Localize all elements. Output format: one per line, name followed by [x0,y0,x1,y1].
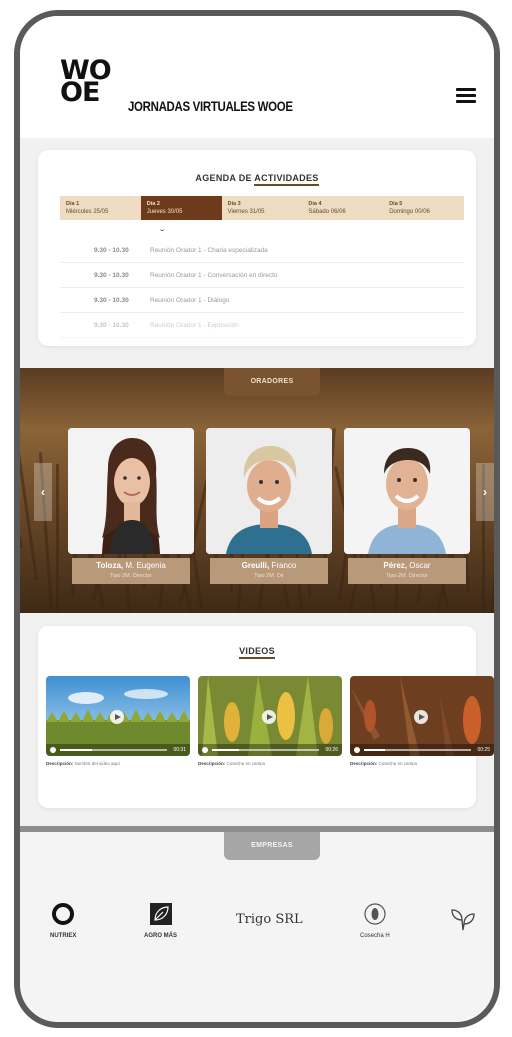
speaker-card[interactable]: Greulli, Franco Tipo 2M. Dir [206,428,332,586]
speaker-photo [206,428,332,554]
pause-icon[interactable] [202,747,208,753]
video-caption: Descripción: Nombre del video aquí [46,761,120,766]
seed-circle-logo-icon [364,903,386,925]
play-icon[interactable] [262,710,276,724]
pause-icon[interactable] [50,747,56,753]
video-thumbnail[interactable]: 00:26 [198,676,342,756]
sponsor-trigo-srl[interactable]: Trigo SRL [236,912,303,927]
phone-frame: WO OE JORNADAS VIRTUALES WOOE AGENDA DE … [14,10,500,1028]
agenda-row[interactable]: 9.30 - 10.30 Reunión Orador 1 - Diálogo [60,288,464,313]
speaker-photo [344,428,470,554]
video-time: 00:26 [325,747,338,753]
video-time: 00:31 [173,747,186,753]
video-controls: 00:25 [350,744,494,756]
video-progress[interactable] [364,749,472,751]
video-caption: Descripción: Cosecha en campo [198,761,266,766]
agenda-row[interactable]: 9.30 - 10.30 Reunión Orador 1 - Conversac… [60,263,464,288]
speakers-section: ORADORES ‹ › Toloza, M. Eugenia Tipo 2M.… [20,368,494,613]
tab-day-3[interactable]: Día 3 Viernes 31/05 [221,196,303,220]
sponsor-cosecha-h[interactable]: Cosecha H [360,902,390,939]
sponsor-leaves[interactable] [448,906,478,937]
sponsor-agro-mas[interactable]: AGRO MÁS [144,902,177,939]
leaves-logo-icon [451,909,475,931]
video-item: 00:26 Descripción: Cosecha en campo [198,676,342,766]
video-progress[interactable] [212,749,320,751]
woe-logo[interactable]: WO OE [60,57,112,106]
corn-stalk [56,464,59,613]
leaf-square-logo-icon [149,903,172,925]
hamburger-menu-icon[interactable] [456,88,476,103]
play-icon[interactable] [110,710,124,724]
carousel-prev-button[interactable]: ‹ [34,463,52,521]
agenda-row[interactable]: 9.30 - 10.30 Reunión Orador 1 - Exposició… [60,313,464,338]
video-caption: Descripción: Cosecha en campo [350,761,418,766]
videos-title: VIDEOS [38,646,476,659]
video-thumbnail[interactable]: 00:25 [350,676,494,756]
tab-day-2[interactable]: Día 2 Jueves 30/05 [140,196,222,220]
video-controls: 00:31 [46,744,190,756]
ring-logo-icon [52,903,75,925]
site-title: JORNADAS VIRTUALES WOOE [128,98,293,114]
video-time: 00:25 [477,747,490,753]
carousel-next-button[interactable]: › [476,463,494,521]
agenda-row[interactable]: 9.30 - 10.30 Reunión Orador 1 - Charla es… [60,238,464,263]
chevron-down-icon: ⌄ [158,226,167,233]
sponsors-title: EMPRESAS [224,832,320,860]
speaker-photo [68,428,194,554]
site-header: WO OE JORNADAS VIRTUALES WOOE [20,16,494,138]
speaker-name-tag: Pérez, Oscar Tipo 2M. Director [348,558,466,584]
video-progress[interactable] [60,749,168,751]
video-item: 00:31 Descripción: Nombre del video aquí [46,676,190,766]
tab-day-4[interactable]: Día 4 Sábado 06/06 [302,196,384,220]
speaker-card[interactable]: Toloza, M. Eugenia Tipo 2M. Director [68,428,194,586]
sponsor-nutriex[interactable]: NUTRIEX [50,902,76,939]
agenda-title: AGENDA DE ACTIVIDADES [38,173,476,186]
video-item: 00:25 Descripción: Cosecha en campo [350,676,494,766]
video-controls: 00:26 [198,744,342,756]
video-thumbnail[interactable]: 00:31 [46,676,190,756]
speaker-name-tag: Greulli, Franco Tipo 2M. Dir [210,558,328,584]
speaker-name-tag: Toloza, M. Eugenia Tipo 2M. Director [72,558,190,584]
speakers-title: ORADORES [224,368,320,396]
pause-icon[interactable] [354,747,360,753]
page-footer [20,966,494,1022]
play-icon[interactable] [414,710,428,724]
videos-section: VIDEOS 00:31 Descripción: Nombre del vid… [38,626,494,808]
speaker-card[interactable]: Pérez, Oscar Tipo 2M. Director [344,428,470,586]
agenda-list: 9.30 - 10.30 Reunión Orador 1 - Charla es… [60,238,464,338]
agenda-section: AGENDA DE ACTIVIDADES Día 1 Miércoles 25/… [38,150,476,346]
tab-day-1[interactable]: Día 1 Miércoles 25/05 [60,196,141,220]
agenda-day-tabs: Día 1 Miércoles 25/05 Día 2 Jueves 30/05 D… [60,196,464,220]
tab-day-5[interactable]: Día 5 Domingo 00/06 [383,196,464,220]
